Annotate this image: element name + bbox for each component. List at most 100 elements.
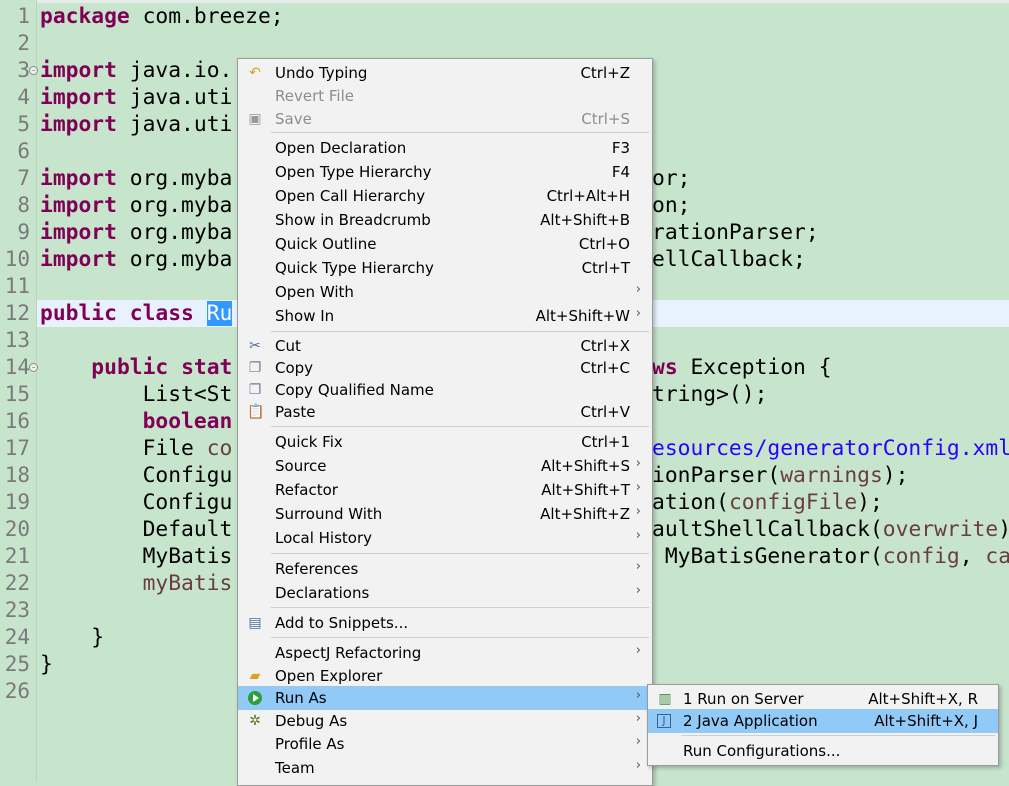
code-fragment: ellCallback;	[652, 247, 806, 272]
code-line-3[interactable]: import java.io.	[40, 57, 232, 84]
code-line-1[interactable]: package com.breeze;	[40, 3, 284, 30]
submenu-item-run-configurations[interactable]: Run Configurations...	[648, 739, 998, 763]
menu-item-undo-typing[interactable]: ↶ Undo Typing Ctrl+Z	[238, 61, 652, 85]
menu-item-cut[interactable]: ✂ Cut Ctrl+X	[238, 334, 652, 358]
editor-context-menu: ↶ Undo Typing Ctrl+Z Revert File ▣ Save Ctrl…	[237, 58, 653, 786]
menu-item-team[interactable]: Team ›	[238, 756, 652, 780]
code-line-18[interactable]: Configu	[40, 462, 233, 489]
menu-item-add-to-snippets[interactable]: ▤ Add to Snippets...	[238, 611, 652, 635]
code-line-20[interactable]: Default	[40, 516, 233, 543]
line-number: 4	[17, 85, 30, 109]
code-line-17[interactable]: File co	[40, 435, 233, 462]
chevron-right-icon: ›	[635, 528, 641, 543]
chevron-right-icon: ›	[635, 282, 641, 297]
menu-separator	[271, 553, 649, 554]
code-line-19[interactable]: Configu	[40, 489, 233, 516]
menu-item-save[interactable]: ▣ Save Ctrl+S	[238, 107, 652, 131]
chevron-right-icon: ›	[635, 456, 641, 471]
code-fragment: or;	[652, 166, 691, 191]
menu-item-profile-as[interactable]: Profile As ›	[238, 732, 652, 756]
menu-item-surround-with[interactable]: Surround With Alt+Shift+Z ›	[238, 502, 652, 526]
code-line-21[interactable]: MyBatis	[40, 543, 233, 570]
menu-item-open-call-hierarchy[interactable]: Open Call Hierarchy Ctrl+Alt+H	[238, 184, 652, 208]
chevron-right-icon: ›	[635, 643, 641, 658]
code-fragment: MyBatisGenerator(config, ca	[652, 544, 1009, 569]
chevron-right-icon: ›	[635, 583, 641, 598]
folder-icon: ▰	[249, 668, 261, 684]
fold-toggle-icon[interactable]: −	[29, 66, 38, 75]
selected-text: Ru	[206, 301, 233, 326]
menu-item-references[interactable]: References ›	[238, 557, 652, 581]
code-line-10[interactable]: import org.myba	[40, 246, 232, 273]
code-line-5[interactable]: import java.uti	[40, 111, 232, 138]
line-number: 10	[4, 247, 30, 271]
run-as-submenu: ▥ 1 Run on Server Alt+Shift+X, R J2 Java A…	[647, 684, 999, 766]
code-line-7[interactable]: import org.myba	[40, 165, 232, 192]
menu-item-quick-fix[interactable]: Quick Fix Ctrl+1	[238, 430, 652, 454]
line-number: 18	[4, 463, 30, 487]
code-line-15[interactable]: List<St	[40, 381, 233, 408]
menu-item-debug-as[interactable]: ✲ Debug As ›	[238, 709, 652, 733]
code-fragment: ws Exception {	[652, 355, 832, 380]
line-number: 6	[17, 139, 30, 163]
save-icon: ▣	[248, 111, 262, 127]
code-line-4[interactable]: import java.uti	[40, 84, 232, 111]
menu-item-source[interactable]: Source Alt+Shift+S ›	[238, 454, 652, 478]
scissors-icon: ✂	[249, 338, 261, 354]
fold-toggle-icon[interactable]: −	[29, 363, 38, 372]
menu-item-copy[interactable]: ❐ Copy Ctrl+C	[238, 356, 652, 380]
menu-item-local-history[interactable]: Local History ›	[238, 526, 652, 550]
menu-item-open-type-hierarchy[interactable]: Open Type Hierarchy F4	[238, 160, 652, 184]
submenu-item-run-on-server[interactable]: ▥ 1 Run on Server Alt+Shift+X, R	[648, 687, 998, 711]
chevron-right-icon: ›	[635, 559, 641, 574]
copy-qualified-icon: ❐	[248, 382, 262, 398]
code-line-8[interactable]: import org.myba	[40, 192, 232, 219]
menu-item-open-explorer[interactable]: ▰ Open Explorer	[238, 664, 652, 688]
line-number-gutter: 1 2 3 4 5 6 7 8 9 10 11 12 13 14 15 16 1…	[0, 0, 38, 782]
snippet-icon: ▤	[248, 615, 262, 631]
menu-item-declarations[interactable]: Declarations ›	[238, 581, 652, 605]
line-number: 22	[4, 571, 30, 595]
code-line-12[interactable]: public class Ru	[40, 300, 233, 327]
code-line-24[interactable]: }	[40, 624, 104, 651]
menu-item-aspectj-refactoring[interactable]: AspectJ Refactoring ›	[238, 641, 652, 665]
run-icon	[248, 691, 262, 705]
code-fragment: esources/generatorConfig.xml	[652, 436, 1009, 461]
code-fragment: rationParser;	[652, 220, 819, 245]
chevron-right-icon: ›	[635, 306, 641, 321]
menu-item-quick-type-hierarchy[interactable]: Quick Type Hierarchy Ctrl+T	[238, 256, 652, 280]
chevron-right-icon: ›	[635, 734, 641, 749]
code-line-25[interactable]: }	[40, 651, 53, 678]
menu-item-run-as[interactable]: Run As ›	[238, 686, 652, 710]
line-number: 2	[17, 31, 30, 55]
menu-item-show-in[interactable]: Show In Alt+Shift+W ›	[238, 304, 652, 328]
menu-item-open-with[interactable]: Open With ›	[238, 280, 652, 304]
line-number: 20	[4, 517, 30, 541]
paste-icon: 📋	[247, 404, 265, 420]
undo-icon: ↶	[249, 65, 261, 81]
menu-item-open-declaration[interactable]: Open Declaration F3	[238, 136, 652, 160]
menu-item-revert-file[interactable]: Revert File	[238, 84, 652, 108]
code-line-9[interactable]: import org.myba	[40, 219, 232, 246]
line-number: 5	[17, 112, 30, 136]
submenu-item-java-application[interactable]: J2 Java Application Alt+Shift+X, J	[648, 709, 998, 733]
line-number: 16	[4, 409, 30, 433]
menu-item-quick-outline[interactable]: Quick Outline Ctrl+O	[238, 232, 652, 256]
menu-item-show-in-breadcrumb[interactable]: Show in Breadcrumb Alt+Shift+B	[238, 208, 652, 232]
chevron-right-icon: ›	[635, 711, 641, 726]
server-icon: ▥	[658, 691, 672, 707]
menu-item-paste[interactable]: 📋 Paste Ctrl+V	[238, 400, 652, 424]
line-number: 14	[4, 355, 30, 379]
line-number: 8	[17, 193, 30, 217]
menu-item-refactor[interactable]: Refactor Alt+Shift+T ›	[238, 478, 652, 502]
java-app-icon: J	[657, 714, 671, 728]
code-line-14[interactable]: public stat	[40, 354, 232, 381]
chevron-right-icon: ›	[635, 480, 641, 495]
line-number: 9	[17, 220, 30, 244]
menu-separator	[271, 426, 649, 427]
code-line-16[interactable]: boolean	[40, 408, 233, 435]
code-line-22[interactable]: myBatis	[40, 570, 233, 597]
menu-separator	[271, 607, 649, 608]
copy-icon: ❐	[248, 360, 262, 376]
menu-item-copy-qualified-name[interactable]: ❐ Copy Qualified Name	[238, 378, 652, 402]
